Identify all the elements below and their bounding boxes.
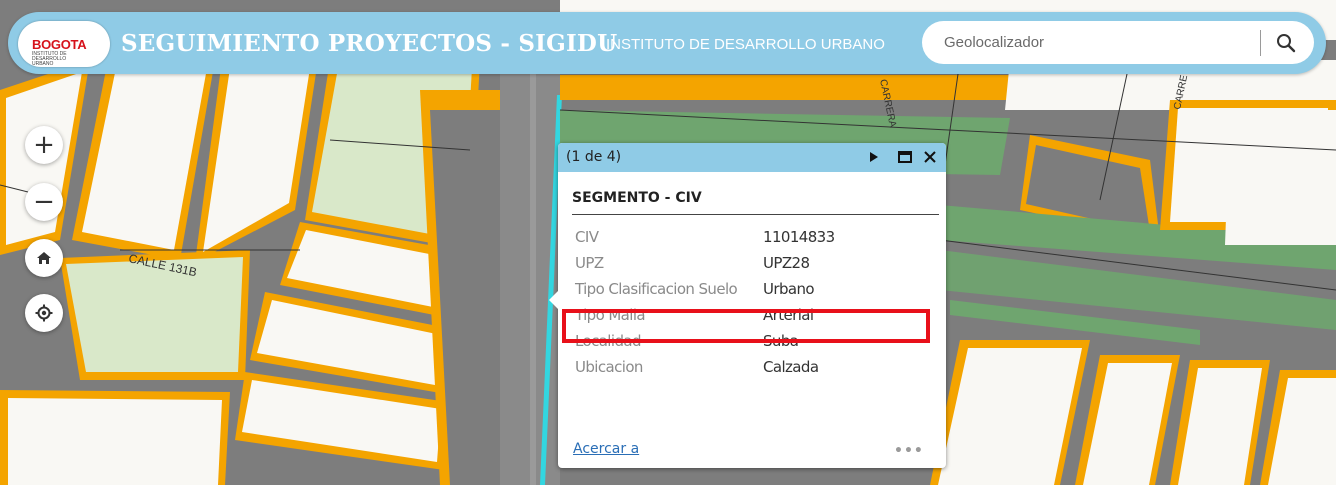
minus-icon: − <box>33 187 55 217</box>
popup-title: SEGMENTO - CIV <box>572 190 702 206</box>
attribute-key: Tipo Clasificacion Suelo <box>575 280 738 298</box>
bogota-logo[interactable]: BOGOTA INSTITUTO DE DESARROLLO URBANO <box>18 21 110 67</box>
popup-header: (1 de 4) <box>558 143 946 172</box>
attribute-row: CIV 11014833 <box>575 224 835 250</box>
popup-pointer <box>549 291 558 309</box>
play-icon <box>870 152 878 162</box>
zoom-to-link[interactable]: Acercar a <box>573 441 639 457</box>
attribute-row: Tipo Clasificacion Suelo Urbano <box>575 276 835 302</box>
attribute-value: Calzada <box>763 358 819 376</box>
search-input[interactable] <box>944 31 1244 53</box>
search-icon <box>1277 34 1296 53</box>
attribute-value: UPZ28 <box>763 254 810 272</box>
home-button[interactable] <box>25 239 63 277</box>
attribute-row: UPZ UPZ28 <box>575 250 835 276</box>
attribute-table: CIV 11014833 UPZ UPZ28 Tipo Clasificacio… <box>575 224 835 380</box>
zoom-in-button[interactable]: + <box>25 126 63 164</box>
feature-count: (1 de 4) <box>566 149 622 165</box>
attribute-row: Ubicacion Calzada <box>575 354 835 380</box>
app-header: BOGOTA INSTITUTO DE DESARROLLO URBANO SE… <box>8 12 1326 74</box>
maximize-button[interactable] <box>895 147 915 167</box>
close-icon <box>924 151 936 163</box>
more-options-button[interactable]: ••• <box>894 443 924 459</box>
attribute-value: Urbano <box>763 280 815 298</box>
attribute-key: UPZ <box>575 254 604 272</box>
home-icon <box>37 252 51 264</box>
feature-popup: (1 de 4) SEGMENTO - CIV CIV 11014833 UPZ… <box>549 143 946 468</box>
attribute-key: Ubicacion <box>575 358 643 376</box>
plus-icon: + <box>33 130 55 160</box>
highlight-box <box>562 309 930 343</box>
geolocator-search <box>922 21 1314 64</box>
central-road <box>500 60 562 485</box>
page-title: SEGUIMIENTO PROYECTOS - SIGIDU <box>121 30 618 57</box>
search-button[interactable] <box>1268 27 1304 59</box>
locate-button[interactable] <box>25 294 63 332</box>
logo-subtitle: INSTITUTO DE DESARROLLO URBANO <box>32 51 67 67</box>
logo-text: BOGOTA <box>32 37 87 52</box>
title-divider <box>572 214 939 215</box>
attribute-value: 11014833 <box>763 228 835 246</box>
locate-icon <box>35 304 53 322</box>
close-button[interactable] <box>920 147 940 167</box>
maximize-icon <box>898 151 912 163</box>
search-divider <box>1260 30 1261 56</box>
page-subtitle: INSTITUTO DE DESARROLLO URBANO <box>606 36 885 53</box>
next-feature-button[interactable] <box>864 147 884 167</box>
zoom-out-button[interactable]: − <box>25 183 63 221</box>
attribute-key: CIV <box>575 228 599 246</box>
